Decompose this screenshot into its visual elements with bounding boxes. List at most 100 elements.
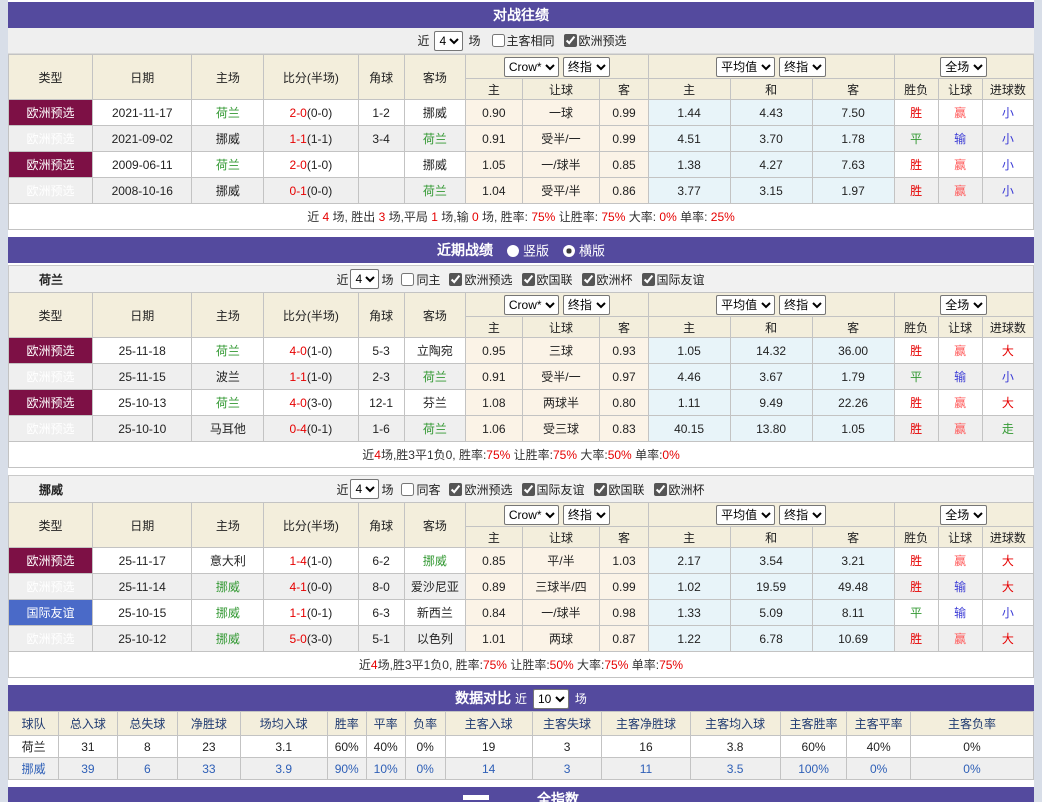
col-header: 客场	[403, 502, 467, 548]
home-team-cell: 挪威	[191, 573, 265, 600]
odds-away-cell: 0.99	[599, 99, 649, 126]
h2h-scope-select[interactable]: 全场	[940, 56, 988, 77]
layout-radio-horizontal[interactable]	[563, 245, 575, 258]
summary-segment: 75%	[482, 658, 507, 672]
no-final-index-select-2[interactable]: 终指	[779, 504, 827, 525]
nl-final-index-select-2[interactable]: 终指	[779, 294, 827, 315]
summary-segment: 0	[471, 210, 479, 224]
compare-value-cell: 0%	[846, 757, 911, 780]
compare-value-cell: 11	[601, 757, 691, 780]
avg-away-cell: 1.79	[811, 363, 895, 390]
sub-col-header: 主	[647, 316, 731, 338]
filter-checkbox-label: 欧洲杯	[668, 482, 705, 497]
odds-handicap-cell: 三球半/四	[521, 573, 601, 600]
no-scope-select[interactable]: 全场	[940, 504, 988, 525]
match-type-cell: 欧洲预选	[7, 625, 94, 652]
h2h-table-container: 类型 日期 主场 比分(半场) 角球 客场 Crow* 终指 平均值 终指 全场主让球客主和客胜负让…	[7, 54, 1035, 230]
odds-away-cell: 0.98	[599, 599, 649, 626]
h2h-final-index-select-2[interactable]: 终指	[779, 56, 827, 77]
corner-cell: 1-2	[357, 99, 405, 126]
nl-filter-checkbox-2[interactable]	[521, 272, 535, 286]
summary-row: 近 4 场, 胜出 3 场,平局 1 场,输 0 场, 胜率: 75% 让胜率:…	[8, 203, 1034, 230]
nl-filter-checkbox-1[interactable]	[449, 272, 463, 286]
match-row: 欧洲预选 2009-06-11 荷兰 2-0(1-0) 挪威 1.05 一/球半 0.85 1.…	[7, 151, 1035, 178]
h2h-filter-checkbox-1[interactable]	[563, 34, 577, 47]
layout-radio-vertical[interactable]	[506, 245, 519, 258]
compare-count-select[interactable]: 10	[532, 689, 569, 710]
compare-col-header: 主客负率	[909, 711, 1035, 736]
nl-filter-checkbox-0[interactable]	[401, 272, 415, 286]
h2h-filter-checkbox-0[interactable]	[491, 34, 505, 47]
odds-away-cell: 0.97	[599, 363, 649, 390]
home-team-cell: 挪威	[191, 599, 265, 626]
avg-away-cell: 7.63	[811, 151, 895, 178]
sub-col-header: 胜负	[893, 78, 939, 100]
home-team-bar: 荷兰 近 4 场 同主 欧洲预选 欧国联 欧洲杯 国际友谊	[8, 265, 1034, 292]
compare-col-header: 球队	[7, 711, 60, 736]
odds-home-cell: 0.89	[465, 573, 523, 600]
no-average-select[interactable]: 平均值	[716, 504, 776, 525]
score-cell: 2-0(1-0)	[263, 151, 359, 178]
full-score: 1-1	[289, 369, 307, 384]
summary-row: 近4场,胜3平1负0, 胜率:75% 让胜率:75% 大率:50% 单率:0%	[8, 441, 1034, 468]
avg-draw-cell: 4.27	[729, 151, 813, 178]
avg-home-cell: 1.02	[647, 573, 731, 600]
compare-col-header: 主客平率	[846, 711, 911, 736]
avg-away-cell: 36.00	[811, 337, 895, 364]
compare-title: 数据对比	[455, 690, 512, 706]
h2h-match-count-select[interactable]: 4	[434, 30, 464, 51]
result-handicap-cell: 赢	[937, 415, 983, 442]
h2h-average-select[interactable]: 平均值	[716, 56, 776, 77]
home-team-cell: 波兰	[191, 363, 265, 390]
nl-filter-checkbox-3[interactable]	[581, 272, 595, 286]
sub-col-header: 客	[811, 78, 895, 100]
corner-cell: 2-3	[357, 363, 405, 390]
no-filter-checkbox-4[interactable]	[653, 482, 667, 496]
odds-home-cell: 1.01	[465, 625, 523, 652]
away-team-cell: 荷兰	[403, 363, 467, 390]
sub-col-header: 客	[599, 316, 649, 338]
compare-value-cell: 60%	[326, 735, 367, 758]
home-team-cell: 荷兰	[191, 389, 265, 416]
corner-cell: 6-3	[357, 599, 405, 626]
no-bookmaker-select[interactable]: Crow*	[503, 504, 559, 525]
nl-match-count-select[interactable]: 4	[350, 269, 380, 289]
sub-col-header: 胜负	[893, 316, 939, 338]
compare-value-cell: 39	[58, 757, 118, 780]
home-team-filter-row: 近 4 场 同主 欧洲预选 欧国联 欧洲杯 国际友谊	[336, 269, 705, 289]
avg-home-cell: 2.17	[647, 547, 731, 574]
recent-section-bar: 近期战绩 竖版 横版	[8, 237, 1034, 263]
filter-checkbox-label: 同主	[416, 272, 441, 287]
nl-filter-checkbox-4[interactable]	[641, 272, 655, 286]
avg-home-cell: 1.38	[647, 151, 731, 178]
h2h-bookmaker-select[interactable]: Crow*	[503, 56, 559, 77]
result-outcome-cell: 胜	[893, 625, 939, 652]
no-filter-checkbox-2[interactable]	[521, 482, 535, 496]
compare-col-header: 主客胜率	[779, 711, 848, 736]
nl-average-select[interactable]: 平均值	[716, 294, 776, 315]
full-score: 2-0	[289, 105, 307, 120]
recent-title: 近期战绩	[436, 242, 493, 258]
h2h-final-index-select[interactable]: 终指	[562, 56, 610, 77]
no-filter-checkbox-0[interactable]	[401, 482, 415, 496]
nl-bookmaker-select[interactable]: Crow*	[503, 294, 559, 315]
avg-draw-cell: 13.80	[729, 415, 813, 442]
no-final-index-select[interactable]: 终指	[562, 504, 610, 525]
nl-scope-select[interactable]: 全场	[940, 294, 988, 315]
score-cell: 4-1(0-0)	[263, 573, 359, 600]
no-filter-checkbox-1[interactable]	[449, 482, 463, 496]
summary-segment: 75%	[553, 448, 578, 462]
summary-segment: 单率:	[676, 210, 711, 224]
half-score: (1-0)	[306, 157, 333, 172]
nl-final-index-select[interactable]: 终指	[562, 294, 610, 315]
date-cell: 25-10-10	[92, 415, 193, 442]
avg-home-cell: 40.15	[647, 415, 731, 442]
summary-segment: 25%	[710, 210, 735, 224]
result-handicap-cell: 输	[937, 363, 983, 390]
sub-col-header: 和	[729, 316, 813, 338]
no-filter-checkbox-3[interactable]	[593, 482, 607, 496]
summary-segment: 场,平局	[385, 210, 432, 224]
no-match-count-select[interactable]: 4	[350, 479, 380, 499]
date-cell: 2008-10-16	[92, 177, 193, 204]
summary-segment: 场,输	[437, 210, 472, 224]
